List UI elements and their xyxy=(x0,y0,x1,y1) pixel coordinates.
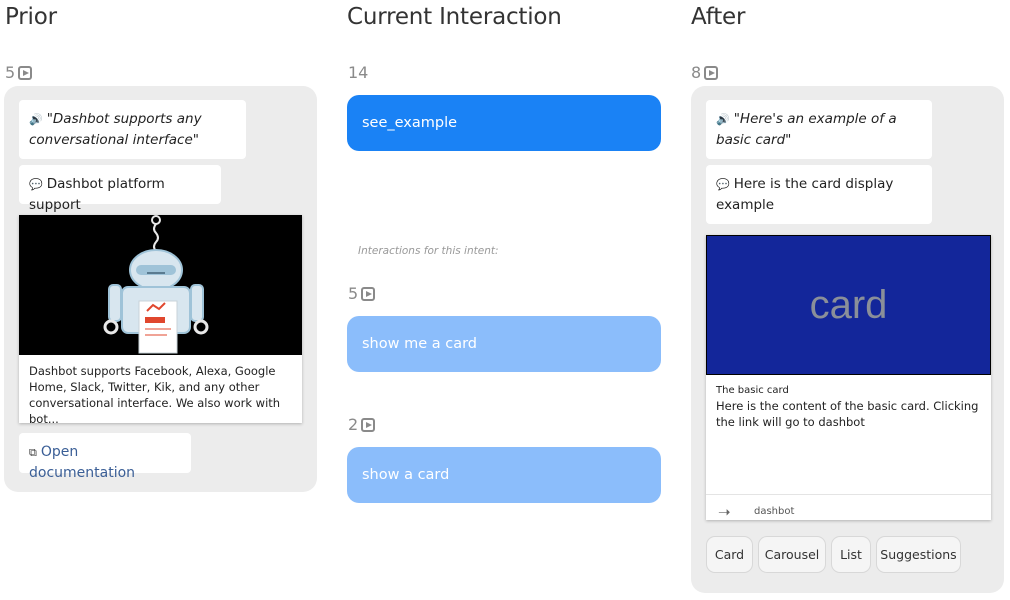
chip-carousel[interactable]: Carousel xyxy=(758,536,826,573)
play-icon[interactable] xyxy=(361,417,376,432)
prior-card-description: Dashbot supports Facebook, Alexa, Google… xyxy=(29,364,281,423)
card-image: card xyxy=(706,235,991,375)
robot-illustration xyxy=(19,215,302,355)
prior-speech-bubble: 🔊 "Dashbot supports any conversational in… xyxy=(19,100,246,159)
after-speech-bubble: 🔊 "Here's an example of a basic card" xyxy=(706,100,932,159)
after-count[interactable]: 8 xyxy=(691,63,719,82)
similar-intent-button-2[interactable]: show a card xyxy=(347,447,661,503)
chip-suggestions[interactable]: Suggestions xyxy=(876,536,961,573)
similar-count-1-value: 5 xyxy=(348,284,359,303)
external-link-icon: ⧉ xyxy=(29,446,37,459)
current-intent-button[interactable]: see_example xyxy=(347,95,661,151)
card-title: The basic card xyxy=(716,385,789,396)
play-icon[interactable] xyxy=(704,65,719,80)
speaker-icon: 🔊 xyxy=(29,113,43,126)
after-message-text: Here is the card display example xyxy=(716,176,894,213)
similar-count-2[interactable]: 2 xyxy=(348,415,376,434)
prior-speech-text: "Dashbot supports any conversational int… xyxy=(29,111,202,148)
similar-count-2-value: 2 xyxy=(348,415,359,434)
column-title-after: After xyxy=(691,4,746,30)
prior-card: Dashbot supports Facebook, Alexa, Google… xyxy=(19,215,302,423)
open-documentation-link[interactable]: ⧉ Open documentation xyxy=(19,433,191,481)
play-icon[interactable] xyxy=(361,286,376,301)
similar-intent-button-1[interactable]: show me a card xyxy=(347,316,661,372)
open-documentation-label: Open documentation xyxy=(29,444,136,481)
card-image-text: card xyxy=(809,282,888,327)
current-count: 14 xyxy=(348,63,368,82)
column-title-prior: Prior xyxy=(5,4,57,30)
after-speech-text: "Here's an example of a basic card" xyxy=(716,111,897,148)
card-link-label: dashbot xyxy=(754,506,795,517)
interactions-note: Interactions for this intent: xyxy=(358,245,499,257)
chip-card[interactable]: Card xyxy=(706,536,753,573)
current-count-value: 14 xyxy=(348,63,369,82)
chat-icon: 💬 xyxy=(29,178,43,191)
arrow-right-icon: ➝ xyxy=(718,502,731,521)
similar-count-1[interactable]: 5 xyxy=(348,284,376,303)
after-card: card The basic card Here is the content … xyxy=(706,235,991,520)
prior-count-value: 5 xyxy=(5,63,16,82)
prior-message-bubble: 💬 Dashbot platform support xyxy=(19,165,221,213)
after-message-bubble: 💬 Here is the card display example xyxy=(706,165,932,224)
prior-count[interactable]: 5 xyxy=(5,63,33,82)
after-count-value: 8 xyxy=(691,63,702,82)
chip-list[interactable]: List xyxy=(831,536,871,573)
prior-message-text: Dashbot platform support xyxy=(29,176,165,213)
after-panel: 🔊 "Here's an example of a basic card" 💬 He… xyxy=(691,86,1004,593)
speaker-icon: 🔊 xyxy=(716,113,730,126)
card-body: Here is the content of the basic card. C… xyxy=(716,399,979,429)
prior-panel: 🔊 "Dashbot supports any conversational in… xyxy=(4,86,317,492)
robot-icon xyxy=(103,215,209,354)
column-title-current: Current Interaction xyxy=(347,4,562,30)
card-link-row[interactable]: ➝ dashbot xyxy=(706,494,991,520)
play-icon[interactable] xyxy=(18,65,33,80)
chat-icon: 💬 xyxy=(716,178,730,191)
